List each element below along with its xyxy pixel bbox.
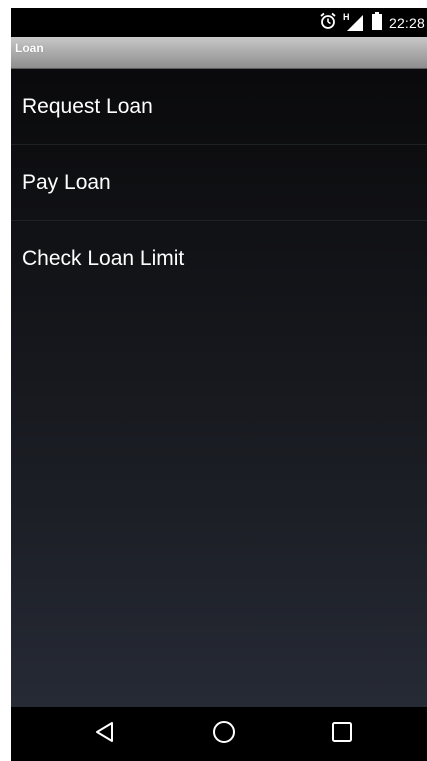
- menu-item-label: Pay Loan: [22, 170, 111, 194]
- page-title: Loan: [15, 41, 44, 55]
- loan-menu-list: Request Loan Pay Loan Check Loan Limit: [11, 69, 427, 297]
- menu-item-check-loan-limit[interactable]: Check Loan Limit: [11, 221, 427, 297]
- home-icon: [212, 720, 236, 749]
- alarm-icon: [319, 12, 337, 35]
- status-bar: H 22:28: [11, 8, 427, 37]
- menu-item-label: Request Loan: [22, 94, 153, 118]
- navigation-bar: [11, 707, 427, 761]
- status-icons: H 22:28: [319, 11, 425, 35]
- home-button[interactable]: [209, 719, 239, 749]
- recents-icon: [331, 721, 353, 748]
- back-icon: [94, 721, 116, 748]
- phone-screen: H 22:28 Loan Request Loan Pay Loan Check…: [11, 8, 427, 761]
- recents-button[interactable]: [327, 719, 357, 749]
- signal-icon: H: [343, 12, 365, 32]
- menu-item-pay-loan[interactable]: Pay Loan: [11, 145, 427, 221]
- clock-time: 22:28: [388, 15, 425, 31]
- main-content: Request Loan Pay Loan Check Loan Limit: [11, 69, 427, 707]
- action-bar: Loan: [11, 37, 427, 69]
- back-button[interactable]: [90, 719, 120, 749]
- menu-item-label: Check Loan Limit: [22, 247, 185, 270]
- battery-icon: [371, 11, 383, 35]
- menu-item-request-loan[interactable]: Request Loan: [11, 69, 427, 145]
